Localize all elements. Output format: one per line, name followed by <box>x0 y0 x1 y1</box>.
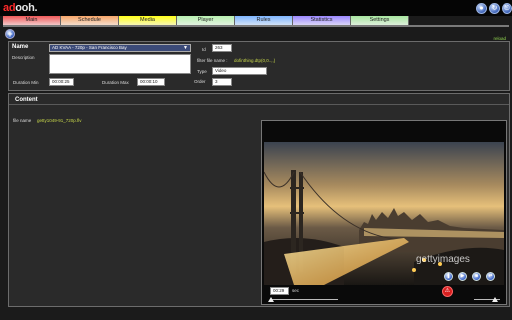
media-properties-panel: Name AD KVAA - 720p - San Francisco Bay … <box>8 41 510 91</box>
stop-button[interactable]: ■ <box>472 272 481 281</box>
time-unit: sec <box>292 288 300 293</box>
logout-icon[interactable]: ⎋ <box>502 3 512 14</box>
duration-min-field[interactable]: 00:00:25 <box>49 78 74 86</box>
tab-settings[interactable]: Settings <box>351 16 409 25</box>
add-media-button[interactable]: + <box>5 29 15 39</box>
video-player: gettyimages ❚ ▶ ■ ⇄ 00:29 sec ⚠ <box>261 120 507 305</box>
duration-max-label: Duration Max <box>102 80 129 85</box>
time-field[interactable]: 00:29 <box>270 287 289 295</box>
play-button[interactable]: ▶ <box>458 272 467 281</box>
progress-handle[interactable] <box>268 297 275 302</box>
content-panel: Content file name getty1049-91_720p.flv <box>8 93 510 307</box>
nav-divider <box>3 25 509 27</box>
content-divider <box>9 104 509 105</box>
volume-handle[interactable] <box>491 297 498 302</box>
description-label: Description <box>12 55 35 60</box>
name-label: Name <box>12 44 29 50</box>
order-label: Order <box>194 79 206 84</box>
filter-label: filter file name : <box>197 58 228 63</box>
app-logo: adooh. <box>3 2 38 14</box>
id-label: Id <box>202 47 206 52</box>
video-frame[interactable]: gettyimages <box>264 142 504 285</box>
progress-track[interactable] <box>270 299 338 300</box>
name-select-value: AD KVAA - 720p - San Francisco Bay <box>52 45 127 50</box>
tab-main[interactable]: Main <box>3 16 61 25</box>
profile-icon[interactable]: ● <box>476 3 487 14</box>
filter-value[interactable]: dofinthing.dtp(0,0..,,) <box>234 58 275 63</box>
type-field[interactable]: Video <box>212 67 267 75</box>
pause-button[interactable]: ❚ <box>444 272 453 281</box>
fullscreen-button[interactable]: ⇄ <box>486 272 495 281</box>
main-nav: Main Schedule Media Player Rules Statist… <box>3 16 409 25</box>
tab-rules[interactable]: Rules <box>235 16 293 25</box>
file-name-value[interactable]: getty1049-91_720p.flv <box>37 118 82 123</box>
logo-ooh: ooh. <box>15 2 38 14</box>
content-title: Content <box>15 97 38 103</box>
mute-button[interactable]: ⚠ <box>442 286 453 297</box>
file-name-label: file name <box>13 118 32 123</box>
refresh-icon[interactable]: ↻ <box>489 3 500 14</box>
type-label: Type <box>197 69 207 74</box>
logo-ad: ad <box>3 2 16 14</box>
tab-player[interactable]: Player <box>177 16 235 25</box>
app-header <box>0 0 512 16</box>
name-select[interactable]: AD KVAA - 720p - San Francisco Bay ▼ <box>49 44 191 52</box>
chevron-down-icon: ▼ <box>183 45 188 51</box>
tab-media[interactable]: Media <box>119 16 177 25</box>
id-field[interactable]: 263 <box>212 44 232 52</box>
description-field[interactable] <box>49 54 191 74</box>
duration-max-field[interactable]: 00:00:10 <box>137 78 165 86</box>
watermark: gettyimages <box>416 254 470 265</box>
duration-min-label: Duration Min <box>13 80 39 85</box>
tab-statistics[interactable]: Statistics <box>293 16 351 25</box>
order-field[interactable]: 3 <box>212 78 232 86</box>
tab-schedule[interactable]: Schedule <box>61 16 119 25</box>
